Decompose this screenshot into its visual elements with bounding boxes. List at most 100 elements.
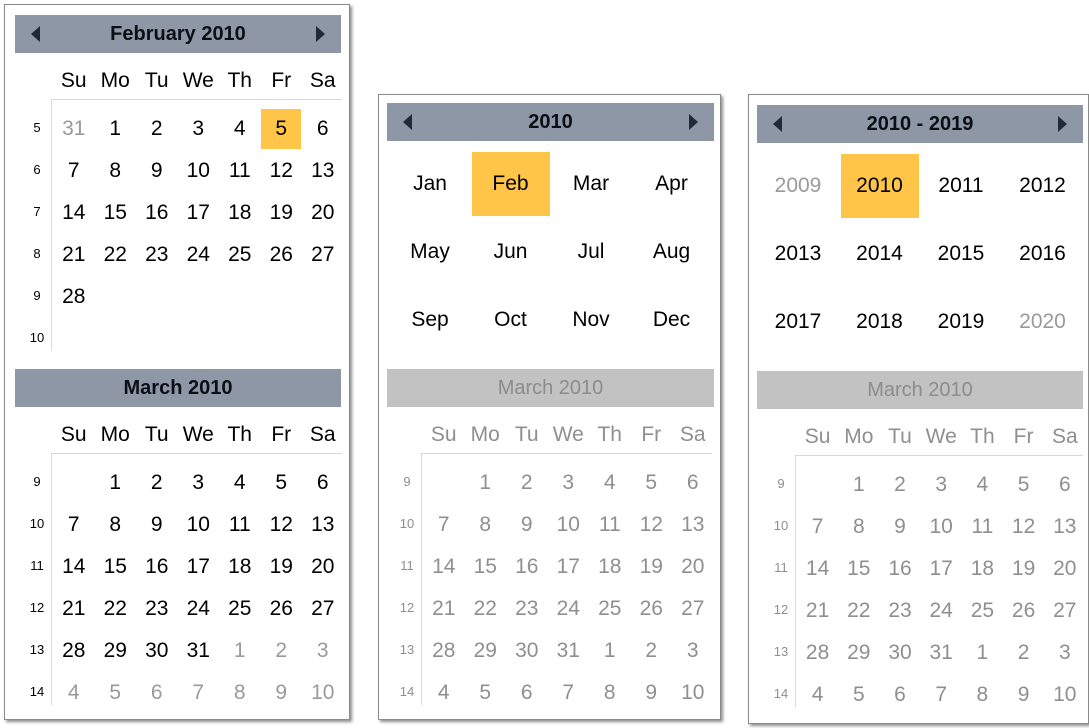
day-cell[interactable]: 8: [839, 507, 879, 547]
day-cell[interactable]: 17: [921, 549, 961, 589]
day-cell[interactable]: 30: [137, 631, 177, 671]
day-cell[interactable]: 8: [220, 673, 260, 713]
day-cell[interactable]: 27: [673, 589, 713, 629]
day-cell[interactable]: 12: [1004, 507, 1044, 547]
day-cell[interactable]: 11: [590, 505, 630, 545]
day-cell[interactable]: 22: [839, 591, 879, 631]
year-cell[interactable]: 2014: [841, 222, 919, 286]
day-cell[interactable]: 14: [424, 547, 464, 587]
year-cell[interactable]: 2010: [840, 154, 919, 218]
day-cell[interactable]: 4: [798, 675, 838, 715]
day-cell[interactable]: 13: [303, 505, 343, 545]
day-cell[interactable]: 10: [178, 505, 218, 545]
day-cell[interactable]: 1: [465, 463, 505, 503]
day-cell[interactable]: 6: [303, 463, 343, 503]
day-cell[interactable]: 9: [1004, 675, 1044, 715]
day-cell[interactable]: 27: [1045, 591, 1085, 631]
day-cell[interactable]: 4: [962, 465, 1002, 505]
day-cell[interactable]: 20: [1045, 549, 1085, 589]
day-cell[interactable]: 3: [921, 465, 961, 505]
day-cell[interactable]: 17: [178, 547, 218, 587]
day-cell[interactable]: 3: [673, 631, 713, 671]
day-cell[interactable]: 26: [261, 235, 301, 275]
next-decade-icon[interactable]: [1058, 116, 1067, 132]
day-cell[interactable]: 5: [261, 109, 302, 149]
month-cell[interactable]: Feb: [471, 152, 550, 216]
month-cell[interactable]: Jun: [472, 220, 550, 284]
day-cell[interactable]: 2: [880, 465, 920, 505]
month-cell[interactable]: Jul: [552, 220, 630, 284]
day-cell[interactable]: 4: [54, 673, 94, 713]
day-cell[interactable]: 29: [95, 631, 135, 671]
day-cell[interactable]: 4: [220, 463, 260, 503]
day-cell[interactable]: 27: [303, 235, 343, 275]
day-cell[interactable]: 23: [137, 235, 177, 275]
day-cell[interactable]: 28: [54, 631, 94, 671]
decade-title[interactable]: 2010 - 2019: [757, 105, 1083, 143]
year-title[interactable]: 2010: [387, 103, 714, 141]
year-cell[interactable]: 2019: [922, 290, 1000, 354]
day-cell[interactable]: 14: [798, 549, 838, 589]
day-cell[interactable]: 4: [220, 109, 260, 149]
year-cell[interactable]: 2015: [922, 222, 1000, 286]
day-cell[interactable]: 14: [54, 193, 94, 233]
day-cell[interactable]: 7: [548, 673, 588, 713]
day-cell[interactable]: 26: [631, 589, 671, 629]
day-cell[interactable]: 5: [1004, 465, 1044, 505]
day-cell[interactable]: 29: [839, 633, 879, 673]
day-cell[interactable]: 16: [880, 549, 920, 589]
day-cell[interactable]: 8: [962, 675, 1002, 715]
day-cell[interactable]: 20: [303, 547, 343, 587]
day-cell[interactable]: 5: [839, 675, 879, 715]
day-cell[interactable]: 11: [962, 507, 1002, 547]
day-cell[interactable]: 12: [261, 505, 301, 545]
day-cell[interactable]: 2: [137, 109, 177, 149]
day-cell[interactable]: 25: [962, 591, 1002, 631]
day-cell[interactable]: 7: [921, 675, 961, 715]
day-cell[interactable]: 15: [95, 547, 135, 587]
day-cell[interactable]: 19: [631, 547, 671, 587]
day-cell[interactable]: 3: [303, 631, 343, 671]
day-cell[interactable]: 24: [178, 589, 218, 629]
next-month-icon[interactable]: [316, 26, 325, 42]
day-cell[interactable]: 28: [54, 277, 94, 317]
month-cell[interactable]: Oct: [472, 288, 550, 352]
day-cell[interactable]: 7: [54, 505, 94, 545]
year-cell[interactable]: 2011: [922, 154, 1000, 218]
day-cell[interactable]: 30: [507, 631, 547, 671]
day-cell[interactable]: 6: [673, 463, 713, 503]
day-cell[interactable]: 10: [548, 505, 588, 545]
day-cell[interactable]: 31: [178, 631, 218, 671]
day-cell[interactable]: 25: [220, 589, 260, 629]
day-cell[interactable]: 13: [1045, 507, 1085, 547]
day-cell[interactable]: 30: [880, 633, 920, 673]
day-cell[interactable]: 7: [54, 151, 94, 191]
day-cell[interactable]: 24: [178, 235, 218, 275]
day-cell[interactable]: 31: [548, 631, 588, 671]
day-cell[interactable]: 28: [798, 633, 838, 673]
day-cell[interactable]: 22: [95, 589, 135, 629]
next-year-icon[interactable]: [689, 114, 698, 130]
day-cell[interactable]: 9: [507, 505, 547, 545]
day-cell[interactable]: 3: [548, 463, 588, 503]
year-cell[interactable]: 2012: [1004, 154, 1082, 218]
day-cell[interactable]: 28: [424, 631, 464, 671]
day-cell[interactable]: 21: [424, 589, 464, 629]
day-cell[interactable]: 18: [962, 549, 1002, 589]
year-cell[interactable]: 2018: [841, 290, 919, 354]
day-cell[interactable]: 14: [54, 547, 94, 587]
day-cell[interactable]: 26: [1004, 591, 1044, 631]
day-cell[interactable]: 2: [631, 631, 671, 671]
day-cell[interactable]: 13: [303, 151, 343, 191]
day-cell[interactable]: 10: [178, 151, 218, 191]
day-cell[interactable]: 1: [95, 109, 135, 149]
month-cell[interactable]: Aug: [633, 220, 711, 284]
day-cell[interactable]: 24: [921, 591, 961, 631]
day-cell[interactable]: 27: [303, 589, 343, 629]
day-cell[interactable]: 15: [95, 193, 135, 233]
month-cell[interactable]: Apr: [633, 152, 711, 216]
day-cell[interactable]: 16: [137, 193, 177, 233]
day-cell[interactable]: 23: [507, 589, 547, 629]
day-cell[interactable]: 1: [839, 465, 879, 505]
day-cell[interactable]: 19: [261, 547, 301, 587]
